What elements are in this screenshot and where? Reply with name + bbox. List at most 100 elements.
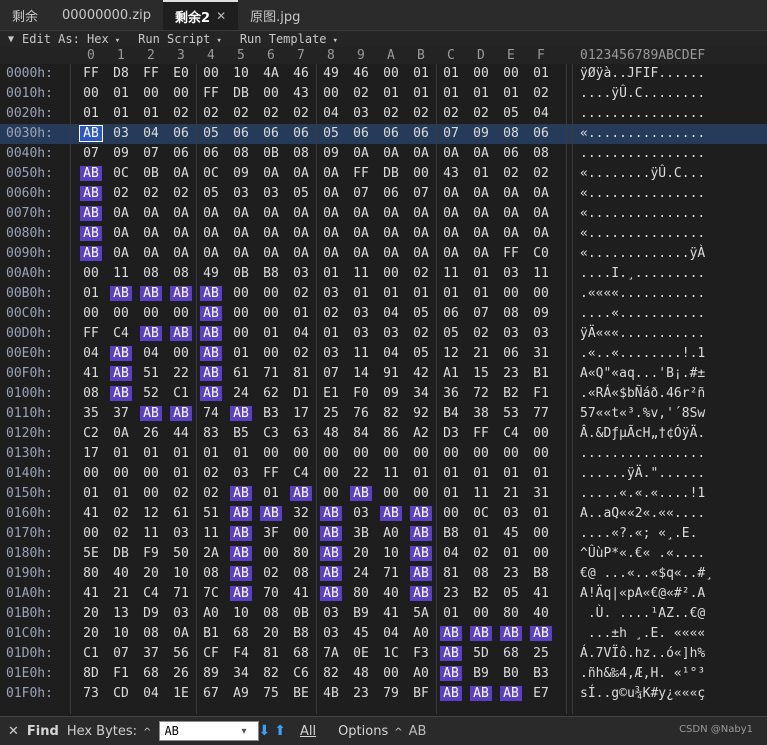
- hex-byte[interactable]: B8: [440, 526, 462, 541]
- hex-byte[interactable]: 03: [380, 326, 402, 341]
- hex-byte[interactable]: 07: [140, 146, 162, 161]
- hex-byte[interactable]: 20: [350, 546, 372, 561]
- hex-byte[interactable]: E0: [170, 66, 192, 81]
- hex-byte[interactable]: 0A: [410, 226, 432, 241]
- hex-byte[interactable]: 89: [200, 666, 222, 681]
- hex-byte[interactable]: 05: [200, 186, 222, 201]
- hex-byte[interactable]: 68: [500, 646, 522, 661]
- tab-2[interactable]: 剩余2 ✕: [163, 0, 239, 30]
- tab-3[interactable]: 原图.jpg: [238, 0, 312, 30]
- table-row[interactable]: 0060h: AB 02 02 02 05 03 03 05 0A 07 06 07 0A 0A 0A 0A «.…: [0, 184, 767, 204]
- hex-byte[interactable]: 0A: [110, 426, 132, 441]
- hex-byte[interactable]: AB: [110, 286, 132, 301]
- hex-byte[interactable]: 82: [260, 666, 282, 681]
- hex-byte[interactable]: 00: [320, 486, 342, 501]
- hex-byte[interactable]: 01: [200, 446, 222, 461]
- hex-byte[interactable]: 48: [320, 426, 342, 441]
- hex-byte[interactable]: 80: [290, 546, 312, 561]
- hex-byte[interactable]: 38: [470, 406, 492, 421]
- ascii-cell[interactable]: ......ÿÄ."......: [580, 466, 705, 481]
- hex-byte[interactable]: C1: [80, 646, 102, 661]
- table-row[interactable]: 0010h: 00 01 00 00 FF DB 00 43 00 02 01 01 01 01 01 02..…: [0, 84, 767, 104]
- hex-byte[interactable]: 0A: [170, 166, 192, 181]
- tab-1[interactable]: 00000000.zip: [50, 0, 163, 30]
- hex-byte[interactable]: 03: [320, 606, 342, 621]
- hex-byte[interactable]: AB: [80, 186, 102, 201]
- hex-byte[interactable]: 08: [140, 266, 162, 281]
- ascii-cell[interactable]: .«..«........!.1: [580, 346, 705, 361]
- hex-byte[interactable]: 25: [320, 406, 342, 421]
- hex-byte[interactable]: AB: [230, 526, 252, 541]
- hex-byte[interactable]: 01: [110, 486, 132, 501]
- hex-byte[interactable]: 06: [410, 126, 432, 141]
- hex-byte[interactable]: 26: [170, 666, 192, 681]
- ascii-cell[interactable]: Â.&DƒµÃcH„†¢ÓÿÄ.: [580, 426, 705, 441]
- hex-byte[interactable]: 0C: [110, 166, 132, 181]
- hex-byte[interactable]: 02: [470, 546, 492, 561]
- hex-byte[interactable]: 36: [440, 386, 462, 401]
- ascii-cell[interactable]: 57««t«³.%v,'´8Sw: [580, 406, 705, 421]
- hex-byte[interactable]: 01: [410, 66, 432, 81]
- hex-byte[interactable]: 0A: [350, 246, 372, 261]
- hex-byte[interactable]: CF: [200, 646, 222, 661]
- hex-byte[interactable]: 02: [230, 106, 252, 121]
- hex-byte[interactable]: 00: [80, 306, 102, 321]
- hex-byte[interactable]: 03: [320, 286, 342, 301]
- hex-byte[interactable]: B9: [470, 666, 492, 681]
- hex-byte[interactable]: AB: [410, 506, 432, 521]
- hex-byte[interactable]: 77: [530, 406, 552, 421]
- ascii-cell[interactable]: A«Q"«aq...'B¡.#±: [580, 366, 705, 381]
- ascii-cell[interactable]: Á.7VÏô.hz..ó«]h%: [580, 646, 705, 661]
- hex-byte[interactable]: 01: [440, 286, 462, 301]
- hex-byte[interactable]: 22: [350, 466, 372, 481]
- table-row[interactable]: 00F0h: 41 AB 51 22 AB 61 71 81 07 14 91 42 A1 15 23 B1 A«…: [0, 364, 767, 384]
- hex-byte[interactable]: 03: [290, 266, 312, 281]
- hex-byte[interactable]: 0A: [440, 246, 462, 261]
- hex-byte[interactable]: 82: [380, 406, 402, 421]
- hex-byte[interactable]: 31: [530, 346, 552, 361]
- hex-byte[interactable]: C1: [170, 386, 192, 401]
- hex-byte[interactable]: 0A: [140, 246, 162, 261]
- hex-byte[interactable]: 45: [500, 526, 522, 541]
- hex-byte[interactable]: 00: [80, 86, 102, 101]
- ascii-cell[interactable]: ....ÿÛ.C........: [580, 86, 705, 101]
- hex-byte[interactable]: 11: [200, 526, 222, 541]
- hex-byte[interactable]: 0A: [200, 206, 222, 221]
- hex-byte[interactable]: 92: [410, 406, 432, 421]
- hex-byte[interactable]: 45: [350, 626, 372, 641]
- hex-byte[interactable]: 0A: [470, 186, 492, 201]
- hex-byte[interactable]: 86: [380, 426, 402, 441]
- hex-byte[interactable]: 00: [170, 306, 192, 321]
- hex-byte[interactable]: F9: [140, 546, 162, 561]
- hex-byte[interactable]: 06: [290, 126, 312, 141]
- hex-byte[interactable]: 06: [350, 126, 372, 141]
- hex-byte[interactable]: AB: [110, 386, 132, 401]
- hex-byte[interactable]: C6: [290, 666, 312, 681]
- hex-byte[interactable]: 0A: [380, 146, 402, 161]
- ascii-cell[interactable]: ................: [580, 106, 705, 121]
- hex-byte[interactable]: 41: [380, 606, 402, 621]
- hex-byte[interactable]: AB: [170, 286, 192, 301]
- hex-byte[interactable]: AB: [200, 366, 222, 381]
- hex-byte[interactable]: 08: [140, 626, 162, 641]
- hex-byte[interactable]: 10: [380, 546, 402, 561]
- hex-byte[interactable]: 00: [140, 486, 162, 501]
- hex-byte[interactable]: 04: [140, 126, 162, 141]
- hex-grid[interactable]: 0000h: FF D8 FF E0 00 10 4A 46 49 46 00 01 01 00 00 01 ÿØ…: [0, 64, 767, 714]
- hex-byte[interactable]: 04: [530, 106, 552, 121]
- options-button[interactable]: Options ^: [338, 724, 403, 739]
- hex-byte[interactable]: 0A: [200, 226, 222, 241]
- hex-byte[interactable]: 09: [470, 126, 492, 141]
- hex-byte[interactable]: DB: [110, 546, 132, 561]
- hex-byte[interactable]: AB: [260, 506, 282, 521]
- hex-byte[interactable]: AB: [200, 326, 222, 341]
- hex-byte[interactable]: 01: [500, 546, 522, 561]
- hex-byte[interactable]: FF: [80, 326, 102, 341]
- hex-byte[interactable]: 06: [260, 126, 282, 141]
- hex-byte[interactable]: 0A: [140, 206, 162, 221]
- hex-byte[interactable]: 0A: [410, 146, 432, 161]
- hex-byte[interactable]: 5D: [470, 646, 492, 661]
- ascii-cell[interactable]: «...............: [580, 126, 705, 141]
- hex-byte[interactable]: 01: [410, 466, 432, 481]
- hex-byte[interactable]: 46: [350, 66, 372, 81]
